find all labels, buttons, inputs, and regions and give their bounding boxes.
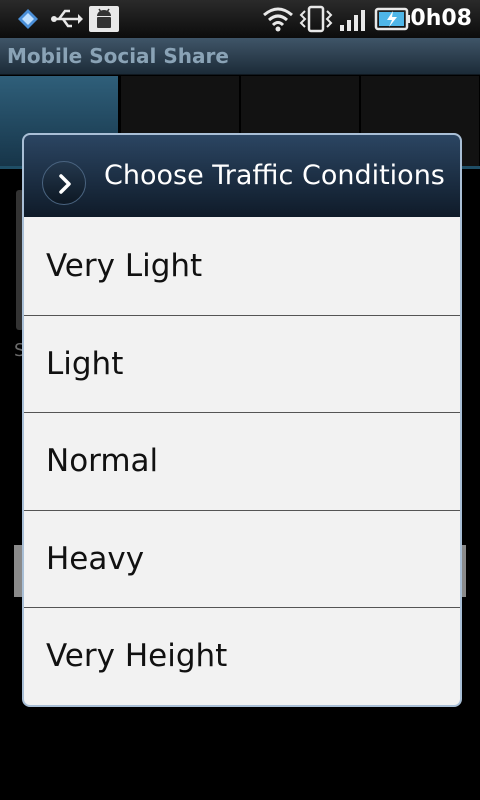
app-title-bar: Mobile Social Share <box>0 38 480 75</box>
clock-time: 0h08 <box>410 6 472 31</box>
app-title: Mobile Social Share <box>7 44 229 68</box>
option-label: Light <box>46 345 124 382</box>
option-label: Normal <box>46 443 159 480</box>
option-very-light[interactable]: Very Light <box>24 217 460 315</box>
option-heavy[interactable]: Heavy <box>24 509 460 608</box>
app-icon <box>14 5 42 37</box>
signal-icon <box>338 5 370 37</box>
usb-icon <box>50 5 84 37</box>
option-list: Very Light Light Normal Heavy Very Heigh… <box>24 217 460 705</box>
traffic-conditions-dialog: Choose Traffic Conditions Very Light Lig… <box>22 133 462 707</box>
chevron-right-icon <box>42 161 86 205</box>
status-bar: 0h08 <box>0 0 480 38</box>
option-light[interactable]: Light <box>24 314 460 413</box>
option-very-height[interactable]: Very Height <box>24 607 460 705</box>
dialog-header: Choose Traffic Conditions <box>24 135 460 217</box>
option-label: Very Height <box>46 638 228 675</box>
wifi-icon <box>262 5 294 37</box>
option-normal[interactable]: Normal <box>24 412 460 510</box>
battery-charging-icon <box>374 5 412 37</box>
option-label: Heavy <box>46 540 145 577</box>
dialog-title: Choose Traffic Conditions <box>104 160 445 191</box>
android-debug-icon <box>88 5 120 37</box>
vibrate-icon <box>298 5 334 37</box>
option-label: Very Light <box>46 247 203 284</box>
